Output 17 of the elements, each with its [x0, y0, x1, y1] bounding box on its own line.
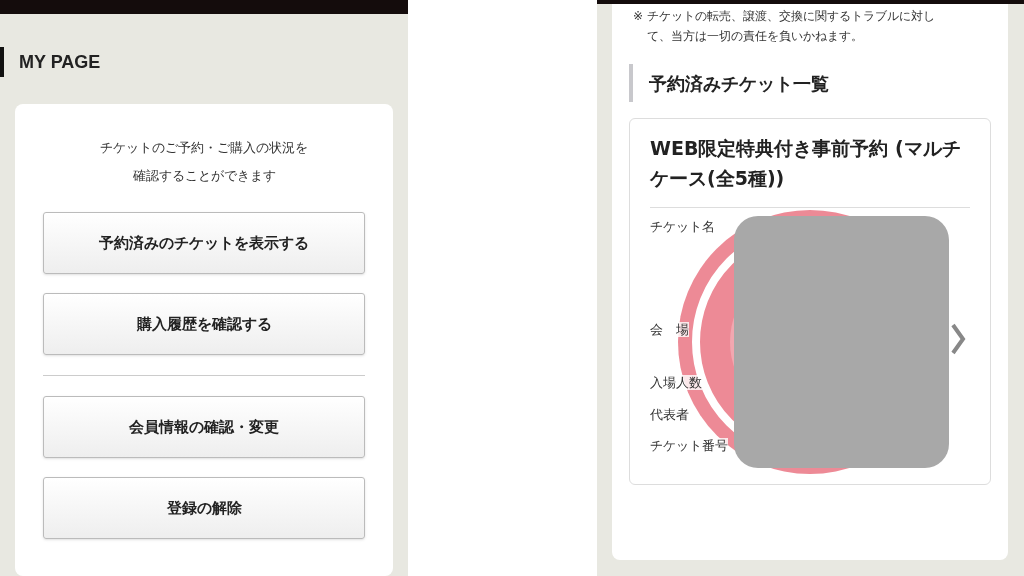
field-label: チケット名	[650, 219, 715, 234]
chevron-right-icon	[950, 322, 966, 356]
field-label: 代表者	[650, 407, 689, 422]
heading-accent-bar	[0, 47, 4, 77]
section-title: 予約済みチケット一覧	[649, 71, 829, 96]
field-label: 入場人数	[650, 375, 702, 390]
menu-button[interactable]: 購入履歴を確認する	[43, 293, 365, 355]
menu-button[interactable]: 登録の解除	[43, 477, 365, 539]
page-heading: MY PAGE	[19, 50, 101, 74]
menu-button[interactable]: 予約済みのチケットを表示する	[43, 212, 365, 274]
field-label: 会 場	[650, 322, 689, 337]
field-label: チケット番号	[650, 438, 728, 453]
section-accent-bar	[629, 64, 633, 102]
ticket-title: WEB限定特典付き事前予約 (マルチケース(全5種))	[650, 136, 962, 191]
notice-text: ※ チケットの転売、譲渡、交換に関するトラブルに対して、当方は一切の責任を負いかねます。	[632, 8, 936, 45]
menu-button[interactable]: 会員情報の確認・変更	[43, 396, 365, 458]
intro-text: チケットのご予約・ご購入の状況を確認することができます	[99, 139, 309, 185]
